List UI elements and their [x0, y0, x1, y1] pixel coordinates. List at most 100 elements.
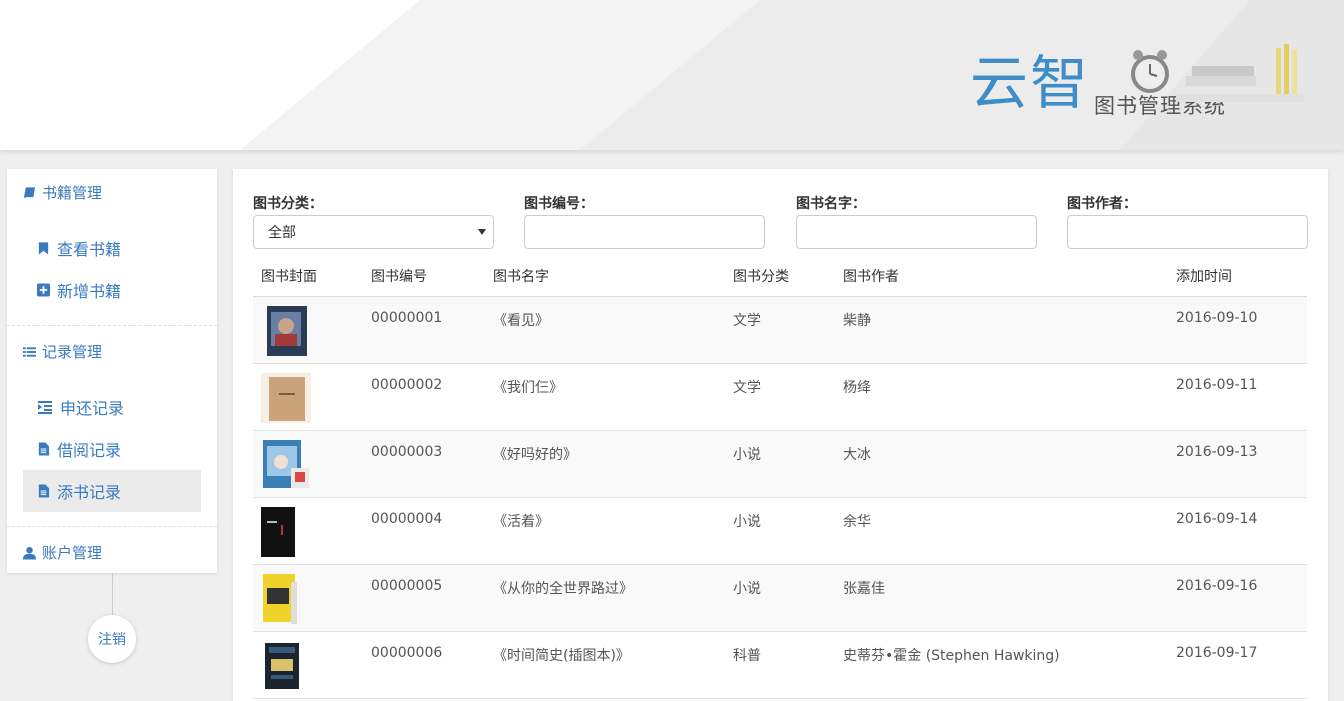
book-author-cell: 柴静 — [835, 296, 1168, 364]
table-row[interactable]: 00000001 《看见》 文学 柴静 2016-09-10 — [253, 296, 1307, 364]
add-date-cell: 2016-09-14 — [1168, 497, 1307, 565]
sidebar: 书籍管理 查看书籍 新增书籍 记录管理 申还记录 借阅记录 添书记录 账户管理 — [7, 169, 217, 573]
book-author-cell: 余华 — [835, 497, 1168, 565]
alarm-clock-books-icon — [1131, 44, 1304, 102]
bookmark-icon — [38, 242, 49, 255]
book-category-cell: 文学 — [725, 363, 835, 431]
book-cover-image[interactable] — [261, 573, 311, 624]
column-header-cover: 图书封面 — [253, 257, 363, 297]
book-category-cell: 小说 — [725, 564, 835, 632]
sidebar-item-add-book[interactable]: 新增书籍 — [23, 269, 201, 311]
book-icon — [23, 186, 36, 198]
sidebar-item-label: 查看书籍 — [57, 240, 122, 259]
book-author-cell: 张嘉佳 — [835, 564, 1168, 632]
book-number-cell: 00000004 — [363, 497, 485, 565]
name-filter: 图书名字： — [796, 193, 1037, 249]
indent-icon — [38, 401, 52, 414]
table-header-row: 图书封面 图书编号 图书名字 图书分类 图书作者 添加时间 — [253, 257, 1307, 297]
table-row[interactable]: 00000006 《时间简史(插图本)》 科普 史蒂芬•霍金 (Stephen … — [253, 631, 1307, 699]
book-cover-image[interactable] — [261, 506, 311, 557]
file-text-icon — [38, 484, 50, 498]
table-row[interactable]: 00000003 《好吗好的》 小说 大冰 2016-09-13 — [253, 430, 1307, 498]
book-category-cell: 文学 — [725, 296, 835, 364]
plus-square-icon — [37, 283, 50, 297]
sidebar-section-label: 书籍管理 — [42, 184, 103, 202]
book-category-cell: 小说 — [725, 497, 835, 565]
category-select-value: 全部 — [268, 225, 296, 241]
logout-connector — [112, 573, 113, 617]
category-filter: 图书分类： 全部 — [253, 193, 494, 249]
logout-button[interactable]: 注销 — [88, 615, 136, 663]
add-date-cell: 2016-09-10 — [1168, 296, 1307, 364]
sidebar-item-add-records[interactable]: 添书记录 — [23, 470, 201, 512]
book-cover-image[interactable] — [261, 439, 311, 490]
book-name-input[interactable] — [796, 215, 1037, 249]
book-author-input[interactable] — [1067, 215, 1308, 249]
book-cover-image[interactable] — [261, 372, 311, 423]
book-number-input[interactable] — [524, 215, 765, 249]
book-cover-image[interactable] — [261, 305, 311, 356]
book-category-cell: 小说 — [725, 430, 835, 498]
sidebar-divider — [7, 325, 217, 326]
sidebar-section-label: 记录管理 — [42, 343, 103, 361]
number-filter-label: 图书编号： — [524, 196, 594, 212]
column-header-author: 图书作者 — [835, 257, 1168, 297]
book-name-cell: 《时间简史(插图本)》 — [485, 631, 725, 699]
sidebar-section-account-management[interactable]: 账户管理 — [23, 542, 102, 563]
add-date-cell: 2016-09-11 — [1168, 363, 1307, 431]
cover-cell — [253, 430, 363, 498]
sidebar-section-book-management[interactable]: 书籍管理 — [23, 182, 102, 203]
book-number-cell: 00000005 — [363, 564, 485, 632]
category-select[interactable]: 全部 — [253, 215, 494, 249]
book-name-cell: 《从你的全世界路过》 — [485, 564, 725, 632]
add-date-cell: 2016-09-17 — [1168, 631, 1307, 699]
column-header-date: 添加时间 — [1168, 257, 1307, 297]
book-author-cell: 杨绛 — [835, 363, 1168, 431]
sidebar-item-return-records[interactable]: 申还记录 — [23, 386, 201, 428]
list-icon — [23, 346, 36, 357]
author-filter: 图书作者： — [1067, 193, 1308, 249]
add-date-cell: 2016-09-16 — [1168, 564, 1307, 632]
category-filter-label: 图书分类： — [253, 196, 323, 212]
sidebar-section-record-management[interactable]: 记录管理 — [23, 341, 102, 362]
book-category-cell: 科普 — [725, 631, 835, 699]
sidebar-divider — [7, 526, 217, 527]
logo-title: 云智 — [970, 49, 1091, 117]
sidebar-item-view-books[interactable]: 查看书籍 — [23, 227, 201, 269]
page-header: 云智 图书管理系统 — [0, 0, 1344, 150]
cover-cell — [253, 631, 363, 699]
name-filter-label: 图书名字： — [796, 196, 866, 212]
column-header-number: 图书编号 — [363, 257, 485, 297]
table-row[interactable]: 00000005 《从你的全世界路过》 小说 张嘉佳 2016-09-16 — [253, 564, 1307, 632]
sidebar-item-label: 添书记录 — [57, 483, 122, 502]
book-name-cell: 《我们仨》 — [485, 363, 725, 431]
table-row[interactable]: 00000002 《我们仨》 文学 杨绛 2016-09-11 — [253, 363, 1307, 431]
file-text-icon — [38, 442, 50, 456]
caret-down-icon — [478, 229, 486, 235]
book-number-cell: 00000001 — [363, 296, 485, 364]
column-header-name: 图书名字 — [485, 257, 725, 297]
books-table: 图书封面 图书编号 图书名字 图书分类 图书作者 添加时间 00000001 《… — [253, 257, 1307, 699]
cover-cell — [253, 363, 363, 431]
book-number-cell: 00000006 — [363, 631, 485, 699]
cover-cell — [253, 497, 363, 565]
sidebar-item-borrow-records[interactable]: 借阅记录 — [23, 428, 201, 470]
number-filter: 图书编号： — [524, 193, 765, 249]
book-number-cell: 00000002 — [363, 363, 485, 431]
sidebar-item-label: 申还记录 — [60, 399, 125, 418]
book-name-cell: 《活着》 — [485, 497, 725, 565]
user-icon — [23, 546, 36, 559]
book-number-cell: 00000003 — [363, 430, 485, 498]
book-cover-image[interactable] — [261, 641, 311, 691]
author-filter-label: 图书作者： — [1067, 196, 1137, 212]
table-row[interactable]: 00000004 《活着》 小说 余华 2016-09-14 — [253, 497, 1307, 565]
book-name-cell: 《好吗好的》 — [485, 430, 725, 498]
book-author-cell: 史蒂芬•霍金 (Stephen Hawking) — [835, 631, 1168, 699]
sidebar-section-label: 账户管理 — [42, 544, 103, 562]
sidebar-item-label: 新增书籍 — [57, 282, 122, 301]
sidebar-item-label: 借阅记录 — [57, 441, 122, 460]
app-logo: 云智 图书管理系统 — [960, 30, 1310, 130]
cover-cell — [253, 564, 363, 632]
add-date-cell: 2016-09-13 — [1168, 430, 1307, 498]
column-header-category: 图书分类 — [725, 257, 835, 297]
